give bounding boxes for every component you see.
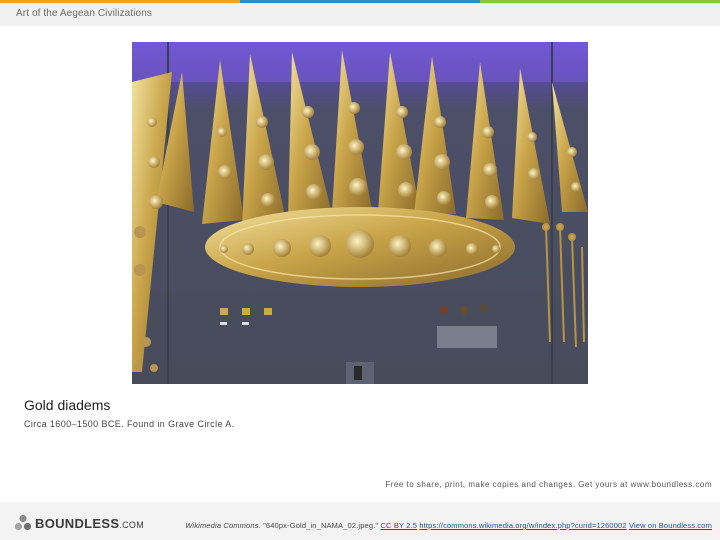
gold-diadems-photo	[132, 42, 588, 384]
caption-title: Gold diadems	[24, 397, 111, 413]
license-link[interactable]: CC BY 2.5	[380, 521, 417, 530]
accent-stripe-blue	[240, 0, 480, 3]
page-title: Art of the Aegean Civilizations	[16, 8, 152, 19]
license-notice: Free to share, print, make copies and ch…	[385, 480, 712, 489]
gold-pins	[542, 223, 585, 348]
boundless-logo-icon	[14, 514, 32, 531]
image-attribution: Wikimedia Commons. "640px-Gold_in_NAMA_0…	[185, 521, 712, 530]
header-bar: Art of the Aegean Civilizations	[0, 0, 720, 26]
source-url-link[interactable]: https://commons.wikimedia.org/w/index.ph…	[419, 521, 626, 530]
boundless-logo[interactable]: BOUNDLESS.COM	[14, 514, 144, 532]
view-on-boundless-link[interactable]: View on Boundless.com	[629, 521, 712, 530]
attribution-source: Wikimedia Commons.	[185, 521, 261, 530]
logo-text: BOUNDLESS.COM	[35, 515, 145, 531]
attribution-filename: "640px-Gold_in_NAMA_02.jpeg."	[260, 521, 381, 530]
caption-text: Circa 1600–1500 BCE. Found in Grave Circ…	[24, 419, 235, 429]
accent-stripe-green	[480, 0, 720, 3]
accent-stripe-orange	[0, 0, 240, 3]
oval-diadem	[205, 207, 515, 287]
small-objects	[220, 304, 497, 384]
